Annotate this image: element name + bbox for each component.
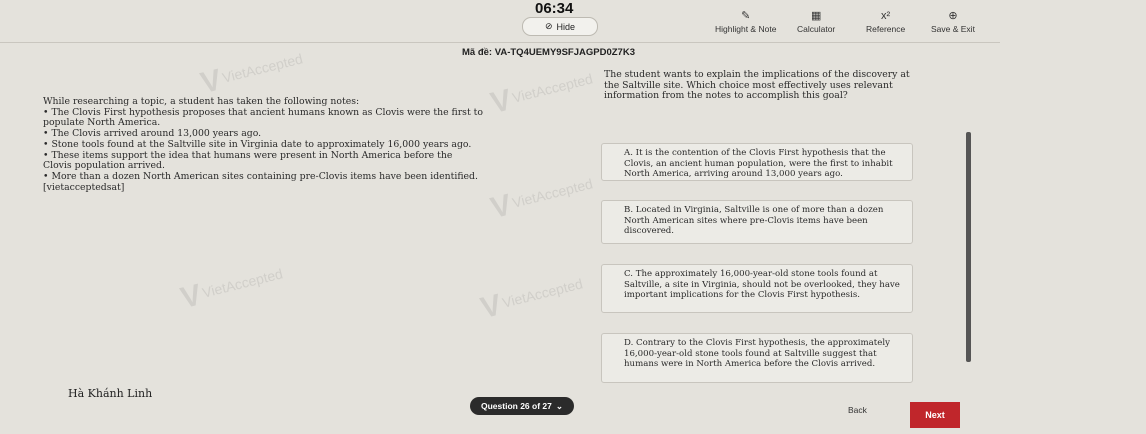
highlight-note-tool[interactable]: ✎ Highlight & Note <box>715 10 776 34</box>
note-item: • The Clovis First hypothesis proposes t… <box>43 106 483 129</box>
watermark: VVietAccepted <box>477 275 585 326</box>
watermark: VVietAccepted <box>487 175 595 226</box>
watermark: VVietAccepted <box>177 265 285 316</box>
formula-icon: x² <box>881 10 891 22</box>
answer-option-c[interactable]: C. The approximately 16,000-year-old sto… <box>601 264 913 313</box>
answer-option-d[interactable]: D. Contrary to the Clovis First hypothes… <box>601 333 913 383</box>
calculator-tool[interactable]: ▦ Calculator <box>797 10 835 34</box>
scrollbar[interactable] <box>966 132 971 362</box>
save-exit-tool[interactable]: ⊕ Save & Exit <box>931 10 975 34</box>
hide-timer-button[interactable]: ⊘ Hide <box>522 17 598 36</box>
timer: 06:34 <box>535 0 574 17</box>
hide-label: Hide <box>556 21 576 32</box>
header-divider <box>0 42 1000 43</box>
passage: While researching a topic, a student has… <box>43 96 483 193</box>
question-prompt: The student wants to explain the implica… <box>604 69 910 102</box>
next-button[interactable]: Next <box>910 402 960 428</box>
exam-code: Mã đề: VA-TQ4UEMY9SFJAGPD0Z7K3 <box>462 47 635 58</box>
question-nav-label: Question 26 of 27 <box>481 401 552 411</box>
save-exit-label: Save & Exit <box>931 24 975 34</box>
reference-tool[interactable]: x² Reference <box>866 10 905 34</box>
eye-off-icon: ⊘ <box>544 21 553 31</box>
watermark: VVietAccepted <box>197 50 305 101</box>
back-button[interactable]: Back <box>848 405 867 415</box>
reference-label: Reference <box>866 24 906 34</box>
calculator-label: Calculator <box>797 24 836 34</box>
highlight-note-label: Highlight & Note <box>715 24 777 34</box>
pencil-icon: ✎ <box>741 10 751 22</box>
watermark: VVietAccepted <box>487 70 595 121</box>
exit-icon: ⊕ <box>948 10 958 22</box>
chevron-down-icon: ⌄ <box>555 400 563 411</box>
note-item: • These items support the idea that huma… <box>43 149 453 172</box>
answer-option-a[interactable]: A. It is the contention of the Clovis Fi… <box>601 143 913 181</box>
user-name: Hà Khánh Linh <box>68 387 153 400</box>
note-item: • Stone tools found at the Saltville sit… <box>43 138 472 150</box>
calculator-icon: ▦ <box>810 10 822 22</box>
source-tag: [vietacceptedsat] <box>43 181 125 193</box>
answer-option-b[interactable]: B. Located in Virginia, Saltville is one… <box>601 200 913 244</box>
question-navigator-button[interactable]: Question 26 of 27 ⌄ <box>470 397 574 415</box>
